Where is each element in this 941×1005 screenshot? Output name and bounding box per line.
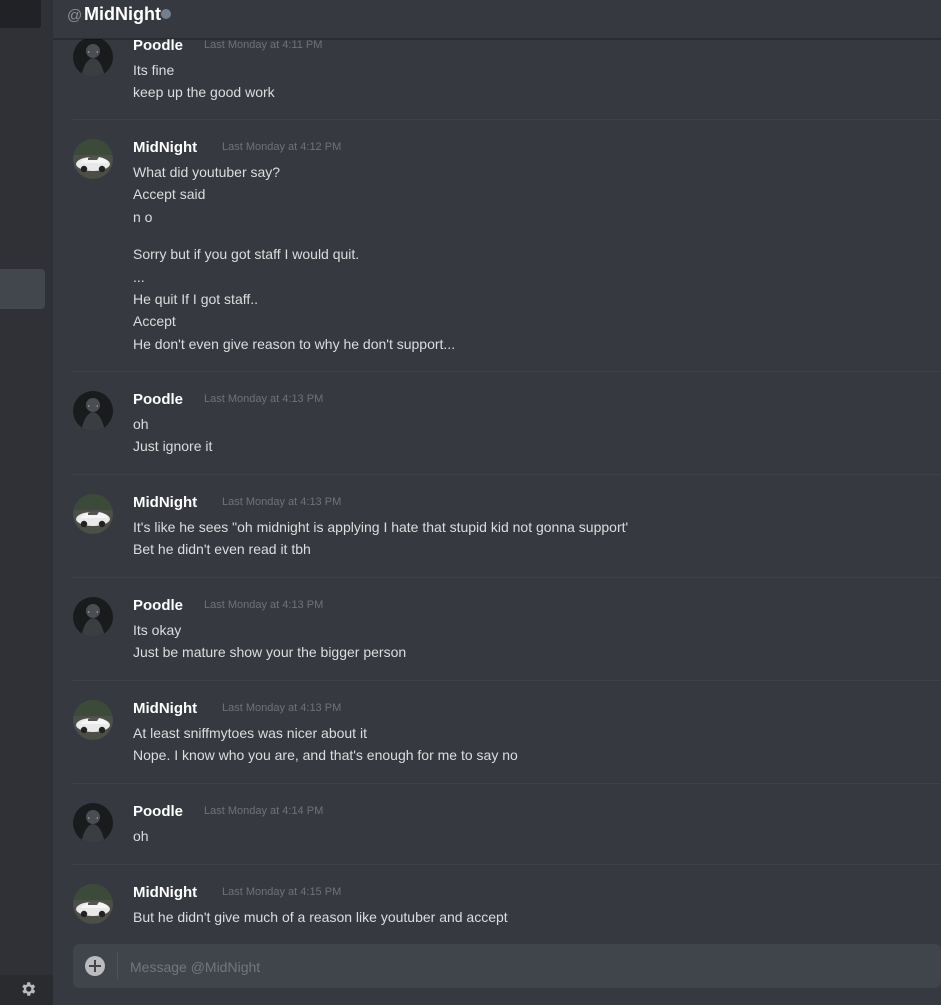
timestamp: Last Monday at 4:12 PM bbox=[222, 141, 342, 153]
message-text: Bet he didn't even read it tbh bbox=[133, 541, 311, 558]
avatar[interactable] bbox=[73, 139, 113, 179]
timestamp: Last Monday at 4:13 PM bbox=[204, 599, 324, 611]
message-group: MidNight Last Monday at 4:12 PM What did… bbox=[73, 139, 941, 372]
message-text: He quit If I got staff.. bbox=[133, 291, 259, 308]
headphones-icon[interactable]: ) bbox=[0, 981, 4, 997]
timestamp: Last Monday at 4:11 PM bbox=[204, 39, 323, 51]
message-text: keep up the good work bbox=[133, 84, 275, 101]
message-text: It's like he sees "oh midnight is applyi… bbox=[133, 519, 629, 535]
message-text: At least sniffmytoes was nicer about it bbox=[133, 725, 367, 741]
add-attachment-icon[interactable] bbox=[85, 956, 105, 976]
message-text: oh bbox=[133, 416, 149, 432]
timestamp: Last Monday at 4:15 PM bbox=[222, 886, 342, 898]
message-text: Just be mature show your the bigger pers… bbox=[133, 644, 407, 661]
username[interactable]: Poodle bbox=[133, 597, 183, 614]
timestamp: Last Monday at 4:13 PM bbox=[222, 702, 342, 714]
sidebar-top-search[interactable] bbox=[0, 0, 41, 28]
sidebar: ) bbox=[0, 0, 53, 1005]
username[interactable]: MidNight bbox=[133, 494, 197, 511]
chat-main: @ MidNight Poodle Last Monday at 4:11 PM… bbox=[53, 0, 941, 1005]
gear-icon[interactable] bbox=[19, 980, 37, 998]
message-text: Its fine bbox=[133, 62, 175, 78]
message-group: Poodle Last Monday at 4:13 PM Its okay J… bbox=[73, 597, 941, 681]
message-list: Poodle Last Monday at 4:11 PM Its fine k… bbox=[53, 0, 941, 930]
sidebar-item-selected[interactable] bbox=[0, 269, 45, 309]
username[interactable]: MidNight bbox=[133, 700, 197, 717]
avatar[interactable] bbox=[73, 37, 113, 77]
message-text: Sorry but if you got staff I would quit. bbox=[133, 246, 360, 263]
message-group: Poodle Last Monday at 4:14 PM oh bbox=[73, 803, 941, 865]
channel-header: @ MidNight bbox=[53, 0, 941, 39]
message-group: MidNight Last Monday at 4:13 PM It's lik… bbox=[73, 494, 941, 578]
avatar[interactable] bbox=[73, 700, 113, 740]
page-title: MidNight bbox=[84, 4, 161, 24]
message-input[interactable] bbox=[128, 953, 932, 981]
message-text: Just ignore it bbox=[133, 438, 213, 455]
message-text: Accept said bbox=[133, 186, 206, 203]
message-composer bbox=[73, 944, 941, 988]
username[interactable]: Poodle bbox=[133, 803, 183, 820]
message-text: What did youtuber say? bbox=[133, 164, 281, 180]
message-text: Accept bbox=[133, 313, 176, 330]
timestamp: Last Monday at 4:13 PM bbox=[204, 393, 324, 405]
avatar[interactable] bbox=[73, 803, 113, 843]
username[interactable]: MidNight bbox=[133, 884, 197, 901]
message-group: MidNight Last Monday at 4:13 PM At least… bbox=[73, 700, 941, 784]
avatar[interactable] bbox=[73, 597, 113, 637]
divider bbox=[117, 952, 118, 980]
username[interactable]: Poodle bbox=[133, 391, 183, 408]
message-group: Poodle Last Monday at 4:13 PM oh Just ig… bbox=[73, 391, 941, 475]
avatar[interactable] bbox=[73, 884, 113, 924]
avatar[interactable] bbox=[73, 391, 113, 431]
message-group: MidNight Last Monday at 4:15 PM But he d… bbox=[73, 884, 941, 925]
timestamp: Last Monday at 4:14 PM bbox=[204, 805, 324, 817]
username[interactable]: Poodle bbox=[133, 37, 183, 54]
message-text: ... bbox=[133, 268, 145, 285]
avatar[interactable] bbox=[73, 494, 113, 534]
message-text: But he didn't give much of a reason like… bbox=[133, 909, 508, 925]
message-text: Nope. I know who you are, and that's eno… bbox=[133, 747, 518, 764]
message-group: Poodle Last Monday at 4:11 PM Its fine k… bbox=[73, 37, 941, 120]
message-text: oh bbox=[133, 828, 149, 844]
timestamp: Last Monday at 4:13 PM bbox=[222, 496, 342, 508]
at-icon: @ bbox=[67, 7, 83, 24]
username[interactable]: MidNight bbox=[133, 139, 197, 156]
status-offline-icon bbox=[161, 9, 171, 19]
message-text: He don't even give reason to why he don'… bbox=[133, 335, 456, 352]
message-text: n o bbox=[133, 208, 153, 225]
message-text: Its okay bbox=[133, 622, 182, 638]
user-panel: ) bbox=[0, 975, 53, 1005]
